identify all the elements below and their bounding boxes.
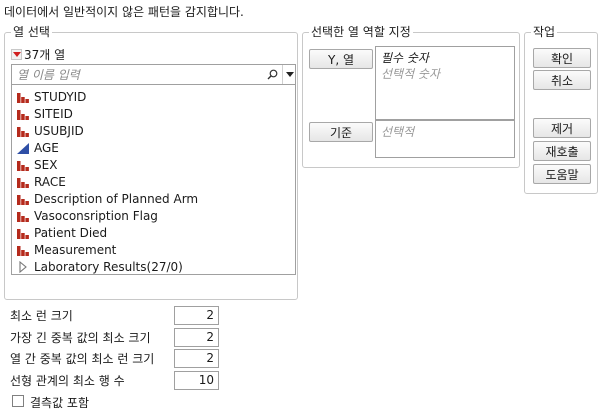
actions-panel: 작업 확인 취소 제거 재호출 도움말 [524,25,598,194]
remove-button[interactable]: 제거 [533,118,591,138]
list-item[interactable]: USUBJID [16,122,84,139]
ok-button[interactable]: 확인 [533,48,591,68]
include-missing-label: 결측값 포함 [30,396,90,410]
nominal-bar-icon [16,107,29,120]
y-role-dropzone[interactable]: 필수 숫자 선택적 숫자 [375,46,515,120]
list-item[interactable]: Description of Planned Arm [16,190,198,207]
column-select-panel: 열 선택 37개 열 STUDYID SITEID USUBJID AGE [4,25,298,300]
y-required-hint: 필수 숫자 [381,51,429,65]
list-item[interactable]: SEX [16,156,57,173]
cancel-button[interactable]: 취소 [533,70,591,90]
search-icon[interactable] [265,66,279,83]
search-options-dropdown[interactable] [282,65,296,84]
cast-roles-panel: 선택한 열 역할 지정 Y, 열 필수 숫자 선택적 숫자 기준 선택적 [302,25,520,168]
min-run-size-label: 최소 런 크기 [10,309,73,323]
y-column-button[interactable]: Y, 열 [309,49,373,69]
expand-triangle-icon[interactable] [16,260,29,273]
y-optional-hint: 선택적 숫자 [381,67,441,81]
continuous-triangle-icon [16,141,29,154]
column-search-box [11,64,296,85]
column-label: STUDYID [34,89,87,104]
column-count-row: 37개 열 [11,46,65,63]
list-item[interactable]: Laboratory Results(27/0) [16,258,183,275]
chevron-down-icon [285,72,294,77]
column-label: Patient Died [34,225,108,240]
column-label: Measurement [34,242,117,257]
list-item[interactable]: AGE [16,139,59,156]
list-item[interactable]: RACE [16,173,66,190]
nominal-bar-icon [16,209,29,222]
column-label: RACE [34,174,66,189]
by-optional-hint: 선택적 [381,125,415,139]
min-linear-rows-label: 선형 관계의 최소 행 수 [10,374,125,388]
column-label: Description of Planned Arm [34,191,199,206]
min-cross-column-run-label: 열 간 중복 값의 최소 런 크기 [10,352,155,366]
column-search-input[interactable] [12,65,262,84]
list-item[interactable]: SITEID [16,105,73,122]
column-count-label: 37개 열 [24,48,66,62]
column-label: Laboratory Results(27/0) [34,259,183,274]
column-label: SEX [34,157,58,172]
list-item[interactable]: Vasoconsription Flag [16,207,158,224]
include-missing-checkbox[interactable] [12,395,24,407]
nominal-bar-icon [16,90,29,103]
nominal-bar-icon [16,158,29,171]
recall-button[interactable]: 재호출 [533,141,591,161]
by-button[interactable]: 기준 [309,122,373,142]
list-item[interactable]: Measurement [16,241,116,258]
list-item[interactable]: STUDYID [16,88,86,105]
column-list[interactable]: STUDYID SITEID USUBJID AGE SEX RACE Desc… [11,85,296,275]
nominal-bar-icon [16,243,29,256]
nominal-bar-icon [16,175,29,188]
column-label: USUBJID [34,123,84,138]
list-item[interactable]: Patient Died [16,224,107,241]
column-label: AGE [34,140,59,155]
column-label: SITEID [34,106,73,121]
column-options-dropdown-icon[interactable] [11,49,22,60]
column-label: Vasoconsription Flag [34,208,158,223]
by-role-dropzone[interactable]: 선택적 [375,120,515,158]
nominal-bar-icon [16,124,29,137]
min-longest-dup-label: 가장 긴 중복 값의 최소 크기 [10,331,151,345]
min-linear-rows-field[interactable]: 10 [174,371,219,390]
actions-title: 작업 [531,25,558,39]
nominal-bar-icon [16,226,29,239]
help-button[interactable]: 도움말 [533,164,591,184]
min-cross-column-run-field[interactable]: 2 [174,349,219,368]
nominal-bar-icon [16,192,29,205]
cast-roles-title: 선택한 열 역할 지정 [309,25,413,39]
instruction-text: 데이터에서 일반적이지 않은 패턴을 감지합니다. [4,5,244,19]
min-longest-dup-field[interactable]: 2 [174,328,219,347]
column-select-title: 열 선택 [11,25,52,39]
min-run-size-field[interactable]: 2 [174,306,219,325]
